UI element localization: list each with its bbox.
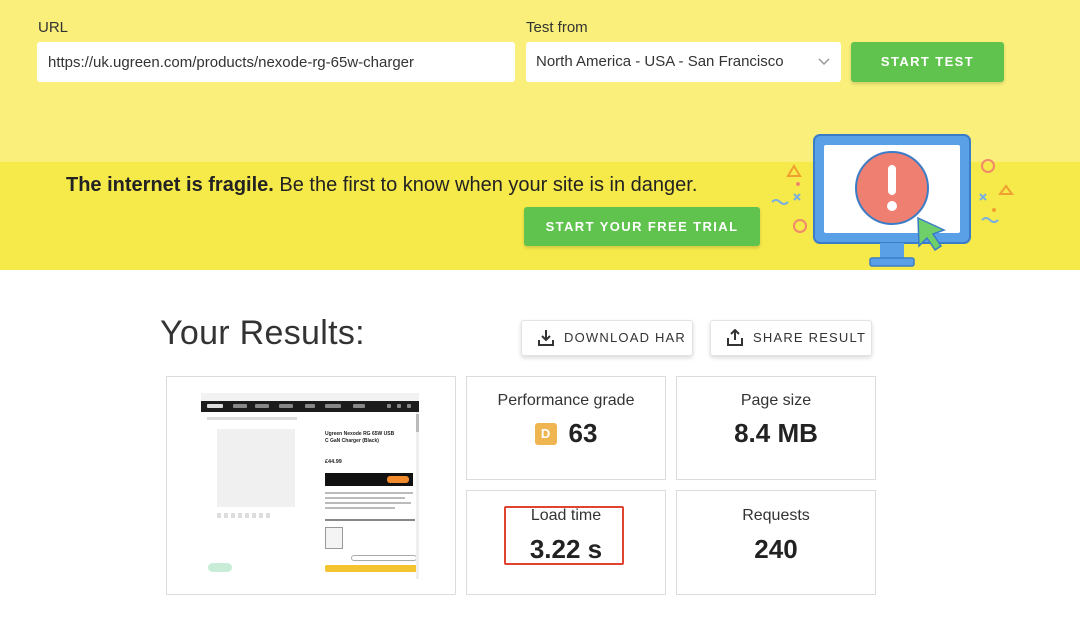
thumb-product-price: £44.99: [325, 459, 342, 465]
thumb-nav-bar: [201, 401, 419, 412]
thumb-announcement-bar: [201, 393, 419, 401]
thumb-text-line: [325, 492, 413, 494]
download-har-button[interactable]: DOWNLOAD HAR: [521, 320, 693, 356]
grade-badge: D: [534, 422, 557, 445]
thumb-text-line: [325, 507, 395, 509]
thumb-gallery-dots: [217, 513, 271, 518]
results-title: Your Results:: [160, 314, 365, 352]
page-size-label: Page size: [740, 392, 812, 409]
requests-card: Requests 240: [676, 490, 876, 595]
thumb-product-name: Ugreen Nexode RG 65W USB C GaN Charger (…: [325, 431, 395, 444]
test-from-label: Test from: [526, 19, 588, 36]
page-screenshot-thumbnail: Ugreen Nexode RG 65W USB C GaN Charger (…: [201, 393, 419, 579]
load-time-highlight-box: [504, 506, 624, 565]
thumb-deal-banner: [325, 473, 413, 486]
url-input[interactable]: [37, 42, 515, 82]
thumb-text-line: [325, 497, 405, 499]
thumb-breadcrumb: [207, 417, 297, 420]
thumb-text-line: [325, 519, 415, 521]
thumb-text-line: [325, 502, 411, 504]
thumb-add-to-cart: [351, 555, 417, 561]
share-result-label: SHARE RESULT: [753, 330, 867, 345]
promo-headline-bold: The internet is fragile.: [66, 174, 274, 196]
performance-grade-card: Performance grade D 63: [466, 376, 666, 480]
test-location-value: North America - USA - San Francisco: [536, 53, 784, 70]
promo-headline: The internet is fragile. Be the first to…: [66, 174, 697, 197]
thumb-scrollbar: [416, 412, 419, 579]
start-test-button[interactable]: START TEST: [851, 42, 1004, 82]
free-trial-button[interactable]: START YOUR FREE TRIAL: [524, 207, 760, 246]
page-screenshot-card: Ugreen Nexode RG 65W USB C GaN Charger (…: [166, 376, 456, 595]
performance-grade-row: D 63: [467, 418, 665, 449]
test-location-select[interactable]: North America - USA - San Francisco: [526, 42, 841, 82]
thumb-variant: [325, 527, 343, 549]
promo-headline-rest: Be the first to know when your site is i…: [273, 174, 698, 196]
download-icon: [538, 330, 554, 346]
requests-label: Requests: [742, 507, 810, 524]
page-size-card: Page size 8.4 MB: [676, 376, 876, 480]
share-icon: [727, 329, 743, 346]
url-label: URL: [38, 19, 69, 36]
thumb-paypal-button: [325, 565, 417, 572]
performance-score: 63: [568, 418, 598, 448]
share-result-button[interactable]: SHARE RESULT: [710, 320, 872, 356]
thumb-chat-pill: [208, 563, 232, 572]
download-har-label: DOWNLOAD HAR: [564, 330, 687, 345]
chevron-down-icon: [818, 58, 830, 66]
performance-grade-label: Performance grade: [497, 392, 635, 409]
thumb-product-image: [217, 429, 295, 507]
alert-monitor-illustration: [771, 134, 1014, 267]
requests-value: 240: [754, 534, 798, 564]
page-size-value: 8.4 MB: [734, 418, 818, 448]
